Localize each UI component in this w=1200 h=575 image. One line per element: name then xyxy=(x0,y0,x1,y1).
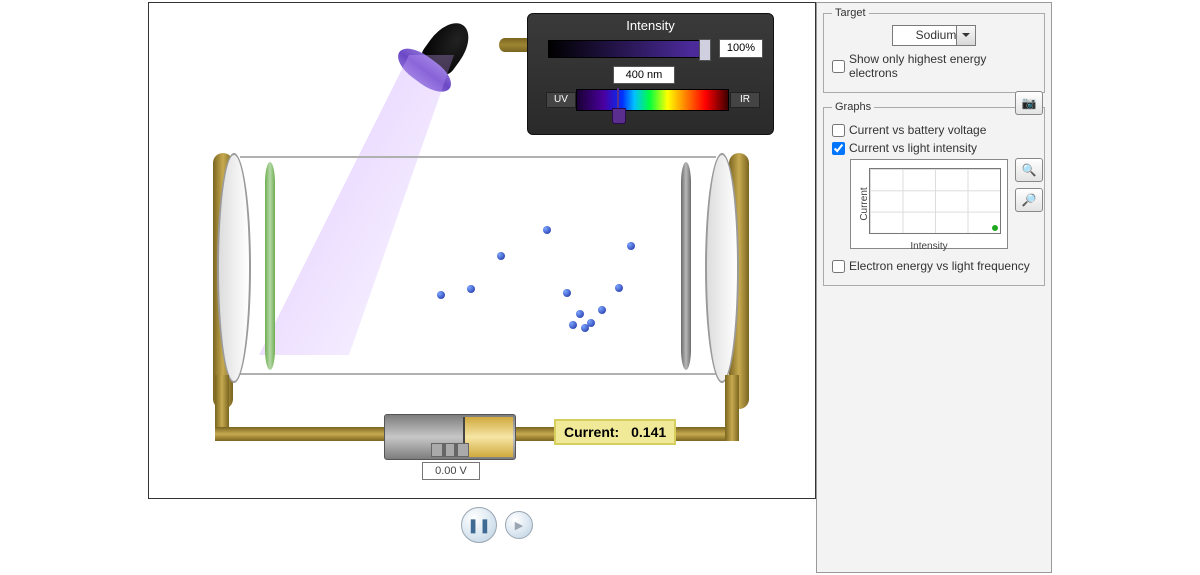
phototube xyxy=(225,156,731,375)
electron xyxy=(497,252,505,260)
graph-current-voltage-checkbox[interactable]: Current vs battery voltage xyxy=(832,123,1036,137)
intensity-value: 100% xyxy=(719,39,763,58)
graph-energy-frequency-checkbox[interactable]: Electron energy vs light frequency xyxy=(832,259,1036,273)
graph-current-intensity: Current Intensity xyxy=(850,159,1008,249)
electron xyxy=(627,242,635,250)
show-highest-checkbox[interactable]: Show only highest energy electrons xyxy=(832,52,1036,80)
wavelength-value: 400 nm xyxy=(613,66,675,84)
light-control-panel: Intensity 100% 400 nm UV IR xyxy=(527,13,774,135)
wavelength-slider[interactable] xyxy=(576,89,729,111)
camera-button[interactable]: 📷 xyxy=(1015,91,1043,115)
graph-data-point xyxy=(992,225,998,231)
battery-voltage-slider[interactable] xyxy=(431,443,469,457)
battery-voltage-readout: 0.00 V xyxy=(422,462,480,480)
zoom-out-button[interactable]: 🔎 xyxy=(1015,188,1043,212)
lamp[interactable] xyxy=(380,3,479,107)
electron xyxy=(576,310,584,318)
target-legend: Target xyxy=(832,7,869,19)
graph-current-intensity-input[interactable] xyxy=(832,142,845,155)
wire xyxy=(725,375,739,441)
graph-current-intensity-label: Current vs light intensity xyxy=(849,141,977,155)
show-highest-label: Show only highest energy electrons xyxy=(849,52,1036,80)
battery xyxy=(384,414,516,460)
electron xyxy=(581,324,589,332)
target-fieldset: Target Sodium Show only highest energy e… xyxy=(823,7,1045,93)
electron xyxy=(563,289,571,297)
graphs-legend: Graphs xyxy=(832,101,874,113)
electron xyxy=(569,321,577,329)
graph-y-axis-label: Current xyxy=(859,187,870,220)
step-icon: ▶ xyxy=(515,519,523,532)
target-selected: Sodium xyxy=(916,28,957,42)
current-label: Current: xyxy=(564,424,619,440)
graph-energy-frequency-input[interactable] xyxy=(832,260,845,273)
pause-icon: ❚❚ xyxy=(467,517,490,534)
side-panel: Target Sodium Show only highest energy e… xyxy=(816,2,1052,573)
wire xyxy=(215,375,229,427)
camera-icon: 📷 xyxy=(1022,96,1037,110)
pause-button[interactable]: ❚❚ xyxy=(461,507,497,543)
current-readout: Current: 0.141 xyxy=(554,419,676,445)
show-highest-input[interactable] xyxy=(832,60,845,73)
anode-plate xyxy=(681,162,691,370)
intensity-slider[interactable] xyxy=(548,40,708,58)
graphs-fieldset: Graphs Current vs battery voltage Curren… xyxy=(823,101,1045,286)
graph-x-axis-label: Intensity xyxy=(851,241,1007,252)
cathode-plate xyxy=(265,162,275,370)
wire xyxy=(215,427,385,441)
graph-current-voltage-label: Current vs battery voltage xyxy=(849,123,986,137)
intensity-slider-thumb[interactable] xyxy=(699,39,711,61)
intensity-title: Intensity xyxy=(528,18,773,33)
electron xyxy=(598,306,606,314)
electron xyxy=(543,226,551,234)
zoom-out-icon: 🔎 xyxy=(1022,193,1037,207)
playback-controls: ❚❚ ▶ xyxy=(461,507,533,543)
graph-current-voltage-input[interactable] xyxy=(832,124,845,137)
graph-energy-frequency-label: Electron energy vs light frequency xyxy=(849,259,1030,273)
ir-label: IR xyxy=(730,92,760,108)
zoom-in-icon: 🔍 xyxy=(1022,163,1037,177)
uv-label: UV xyxy=(546,92,576,108)
simulation-canvas: 0.00 V Current: 0.141 Intensity 100% 400… xyxy=(148,2,816,499)
electron xyxy=(437,291,445,299)
electron xyxy=(467,285,475,293)
graph-current-intensity-checkbox[interactable]: Current vs light intensity xyxy=(832,141,1036,155)
current-value: 0.141 xyxy=(631,424,666,440)
zoom-in-button[interactable]: 🔍 xyxy=(1015,158,1043,182)
electron xyxy=(615,284,623,292)
chevron-down-icon xyxy=(956,26,975,45)
target-select[interactable]: Sodium xyxy=(892,25,976,46)
step-button[interactable]: ▶ xyxy=(505,511,533,539)
